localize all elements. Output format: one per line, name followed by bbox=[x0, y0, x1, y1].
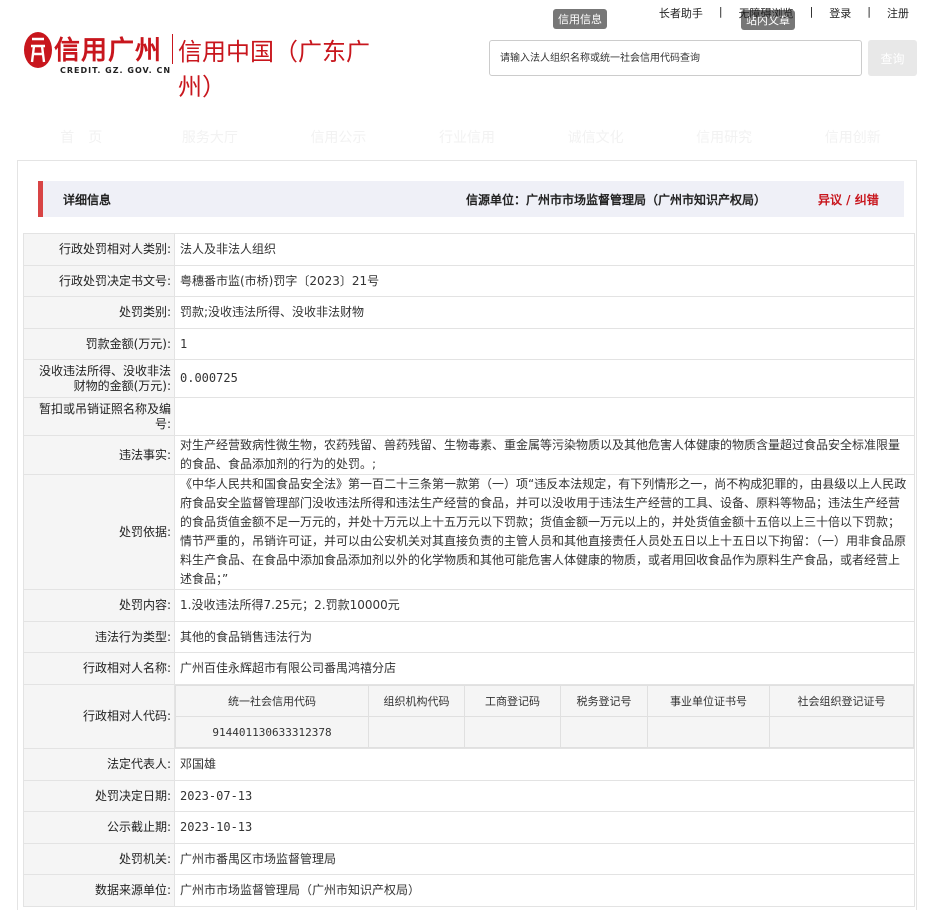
code-header: 社会组织登记证号 bbox=[769, 685, 914, 717]
table-row: 行政相对人代码: 统一社会信用代码 组织机构代码 工商登记码 税务登记号 事业单… bbox=[23, 684, 915, 749]
code-header-row: 统一社会信用代码 组织机构代码 工商登记码 税务登记号 事业单位证书号 社会组织… bbox=[175, 685, 914, 717]
search-button[interactable]: 查询 bbox=[868, 40, 917, 76]
objection-link[interactable]: 异议 / 纠错 bbox=[818, 191, 879, 208]
site-logo[interactable]: 信用广州 CREDIT. GZ. GOV. CN 信用中国（广东广州） bbox=[22, 28, 402, 101]
fine-value: 1 bbox=[174, 328, 915, 360]
code-header: 工商登记码 bbox=[464, 685, 561, 717]
code-table: 统一社会信用代码 组织机构代码 工商登记码 税务登记号 事业单位证书号 社会组织… bbox=[175, 685, 914, 748]
code-value bbox=[560, 716, 648, 748]
table-row: 罚款金额(万元): 1 bbox=[23, 328, 915, 360]
nav-service-hall[interactable]: 服务大厅 bbox=[146, 117, 275, 159]
search-input[interactable] bbox=[490, 41, 861, 75]
code-header: 税务登记号 bbox=[560, 685, 648, 717]
table-row: 处罚类别: 罚款;没收违法所得、没收非法财物 bbox=[23, 296, 915, 329]
main-nav: 首 页 服务大厅 信用公示 行业信用 诚信文化 信用研究 信用创新 bbox=[17, 117, 917, 159]
violation-type-value: 其他的食品销售违法行为 bbox=[174, 621, 915, 653]
party-code-cell: 统一社会信用代码 组织机构代码 工商登记码 税务登记号 事业单位证书号 社会组织… bbox=[174, 684, 915, 749]
penalty-detail-table: 行政处罚相对人类别: 法人及非法人组织 行政处罚决定书文号: 粤穗番市监(市桥)… bbox=[23, 233, 915, 907]
elder-helper-link[interactable]: 长者助手 bbox=[651, 5, 711, 21]
code-value-row: 914401130633312378 bbox=[175, 716, 914, 748]
penalty-content-value: 1.没收违法所得7.25元；2.罚款10000元 bbox=[174, 589, 915, 622]
table-row: 行政处罚决定书文号: 粤穗番市监(市桥)罚字〔2023〕21号 bbox=[23, 265, 915, 297]
row-label: 暂扣或吊销证照名称及编号: bbox=[23, 397, 175, 436]
row-label: 数据来源单位: bbox=[23, 874, 175, 907]
row-label: 公示截止期: bbox=[23, 811, 175, 844]
detail-title: 详细信息 bbox=[63, 193, 112, 207]
row-label: 没收违法所得、没收非法财物的金额(万元): bbox=[23, 359, 175, 398]
party-type-value: 法人及非法人组织 bbox=[174, 233, 915, 266]
logo-domain: CREDIT. GZ. GOV. CN bbox=[60, 66, 172, 75]
confiscated-value: 0.000725 bbox=[174, 359, 915, 398]
table-row: 处罚内容: 1.没收违法所得7.25元；2.罚款10000元 bbox=[23, 589, 915, 622]
row-label: 行政相对人名称: bbox=[23, 652, 175, 685]
license-value bbox=[174, 397, 915, 436]
code-value bbox=[464, 716, 561, 748]
row-label: 处罚决定日期: bbox=[23, 780, 175, 812]
top-links: 长者助手 | 无障碍浏览 | 登录 | 注册 bbox=[651, 5, 917, 21]
table-row: 处罚机关: 广州市番禺区市场监督管理局 bbox=[23, 843, 915, 875]
data-source-value: 广州市市场监督管理局（广州市知识产权局） bbox=[174, 874, 915, 907]
credit-code-value: 914401130633312378 bbox=[175, 716, 369, 748]
table-row: 公示截止期: 2023-10-13 bbox=[23, 811, 915, 844]
code-header: 统一社会信用代码 bbox=[175, 685, 369, 717]
violation-facts-value: 对生产经营致病性微生物，农药残留、兽药残留、生物毒素、重金属等污染物质以及其他危… bbox=[174, 435, 915, 475]
party-name-value: 广州百佳永辉超市有限公司番禺鸿禧分店 bbox=[174, 652, 915, 685]
detail-panel: 详细信息 信源单位：广州市市场监督管理局（广州市知识产权局） 异议 / 纠错 行… bbox=[17, 160, 917, 910]
logo-text: 信用广州 bbox=[54, 36, 163, 66]
code-value bbox=[368, 716, 465, 748]
site-name: 信用中国（广东广州） bbox=[178, 38, 370, 101]
row-label: 处罚类别: bbox=[23, 296, 175, 329]
page: 信用信息 站内文章 长者助手 | 无障碍浏览 | 登录 | 注册 信用广州 CREDI… bbox=[0, 0, 927, 910]
table-row: 行政处罚相对人类别: 法人及非法人组织 bbox=[23, 233, 915, 266]
authority-value: 广州市番禺区市场监督管理局 bbox=[174, 843, 915, 875]
logo-seal-icon bbox=[24, 32, 52, 68]
table-row: 违法行为类型: 其他的食品销售违法行为 bbox=[23, 621, 915, 653]
table-row: 没收违法所得、没收非法财物的金额(万元): 0.000725 bbox=[23, 359, 915, 398]
code-header: 事业单位证书号 bbox=[647, 685, 770, 717]
row-label: 法定代表人: bbox=[23, 748, 175, 781]
publish-end-value: 2023-10-13 bbox=[174, 811, 915, 844]
code-value bbox=[647, 716, 770, 748]
table-row: 暂扣或吊销证照名称及编号: bbox=[23, 397, 915, 436]
table-row: 行政相对人名称: 广州百佳永辉超市有限公司番禺鸿禧分店 bbox=[23, 652, 915, 685]
decision-number-value: 粤穗番市监(市桥)罚字〔2023〕21号 bbox=[174, 265, 915, 297]
row-label: 行政处罚相对人类别: bbox=[23, 233, 175, 266]
row-label: 行政相对人代码: bbox=[23, 684, 175, 749]
nav-credit-research[interactable]: 信用研究 bbox=[660, 117, 789, 159]
register-link[interactable]: 注册 bbox=[879, 5, 917, 21]
row-label: 违法行为类型: bbox=[23, 621, 175, 653]
nav-credit-innovation[interactable]: 信用创新 bbox=[788, 117, 917, 159]
search-box bbox=[489, 40, 862, 76]
code-header: 组织机构代码 bbox=[368, 685, 465, 717]
source-unit: 信源单位：广州市市场监督管理局（广州市知识产权局） bbox=[466, 193, 767, 207]
accessibility-link[interactable]: 无障碍浏览 bbox=[731, 5, 802, 21]
row-label: 行政处罚决定书文号: bbox=[23, 265, 175, 297]
table-row: 数据来源单位: 广州市市场监督管理局（广州市知识产权局） bbox=[23, 874, 915, 907]
row-label: 违法事实: bbox=[23, 435, 175, 475]
legal-rep-value: 邓国雄 bbox=[174, 748, 915, 781]
row-label: 处罚依据: bbox=[23, 474, 175, 590]
logo-divider bbox=[172, 34, 173, 64]
code-value bbox=[769, 716, 914, 748]
table-row: 处罚决定日期: 2023-07-13 bbox=[23, 780, 915, 812]
nav-integrity-culture[interactable]: 诚信文化 bbox=[531, 117, 660, 159]
table-row: 法定代表人: 邓国雄 bbox=[23, 748, 915, 781]
nav-credit-publicity[interactable]: 信用公示 bbox=[274, 117, 403, 159]
table-row: 违法事实: 对生产经营致病性微生物，农药残留、兽药残留、生物毒素、重金属等污染物… bbox=[23, 435, 915, 475]
detail-header: 详细信息 信源单位：广州市市场监督管理局（广州市知识产权局） 异议 / 纠错 bbox=[38, 181, 904, 217]
row-label: 罚款金额(万元): bbox=[23, 328, 175, 360]
row-label: 处罚机关: bbox=[23, 843, 175, 875]
credit-info-tag[interactable]: 信用信息 bbox=[553, 9, 607, 29]
penalty-basis-value: 《中华人民共和国食品安全法》第一百二十三条第一款第（一）项“违反本法规定，有下列… bbox=[174, 474, 915, 590]
nav-home[interactable]: 首 页 bbox=[17, 117, 146, 159]
penalty-type-value: 罚款;没收违法所得、没收非法财物 bbox=[174, 296, 915, 329]
login-link[interactable]: 登录 bbox=[821, 5, 859, 21]
top-bar: 信用信息 站内文章 长者助手 | 无障碍浏览 | 登录 | 注册 bbox=[0, 0, 927, 30]
row-label: 处罚内容: bbox=[23, 589, 175, 622]
table-row: 处罚依据: 《中华人民共和国食品安全法》第一百二十三条第一款第（一）项“违反本法… bbox=[23, 474, 915, 590]
decision-date-value: 2023-07-13 bbox=[174, 780, 915, 812]
nav-industry-credit[interactable]: 行业信用 bbox=[403, 117, 532, 159]
